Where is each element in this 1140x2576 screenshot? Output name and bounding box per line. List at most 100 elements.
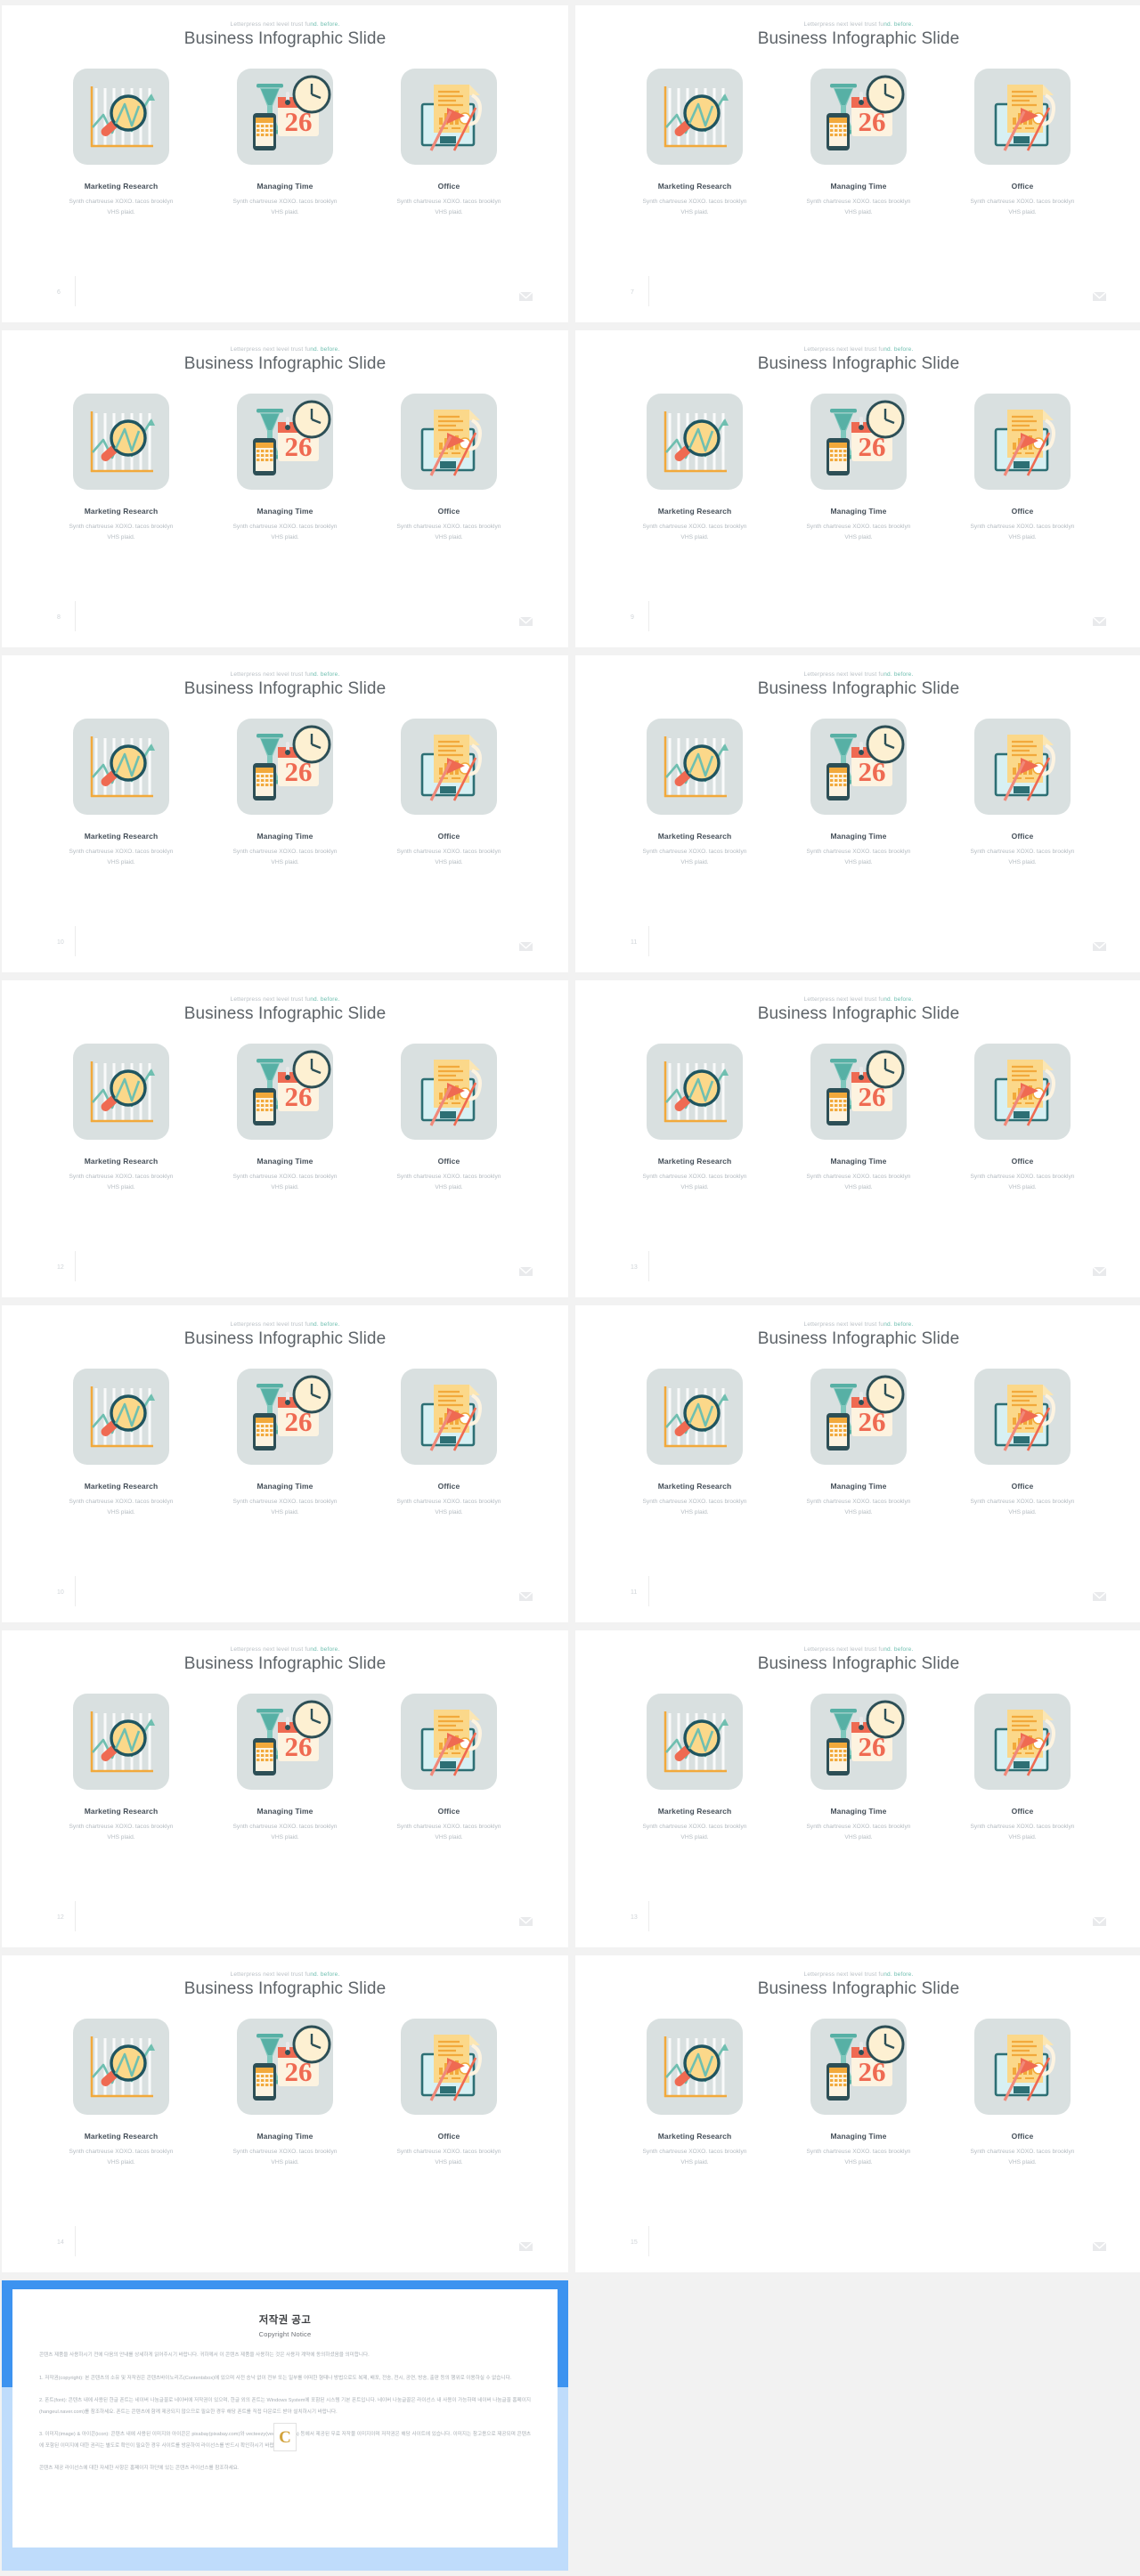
info-card[interactable]: Marketing Research Synth chartreuse XOXO… [640, 1044, 749, 1192]
info-card[interactable]: 26 Managing Time Synth chartreuse XOXO. … [804, 1694, 913, 1842]
info-card[interactable]: Marketing Research Synth chartreuse XOXO… [67, 394, 175, 542]
slide-thumbnail[interactable]: Letterpress next level trust fund. befor… [2, 655, 568, 972]
slide-thumbnail[interactable]: Letterpress next level trust fund. befor… [2, 1630, 568, 1947]
info-card[interactable]: Office Synth chartreuse XOXO. tacos broo… [395, 1044, 503, 1192]
clock [292, 1375, 331, 1414]
slide-thumbnail[interactable]: Letterpress next level trust fund. befor… [2, 5, 568, 322]
info-card[interactable]: Marketing Research Synth chartreuse XOXO… [67, 1369, 175, 1517]
slide-title: Business Infographic Slide [183, 354, 387, 373]
card-body: Synth chartreuse XOXO. tacos brooklyn VH… [232, 524, 338, 540]
envelope-icon [1092, 1915, 1107, 1926]
slide-title: Business Infographic Slide [183, 679, 387, 698]
info-card[interactable]: Office Synth chartreuse XOXO. tacos broo… [395, 69, 503, 217]
info-card[interactable]: Marketing Research Synth chartreuse XOXO… [640, 2019, 749, 2167]
slide-eyebrow: Letterpress next level trust fund. befor… [803, 346, 914, 353]
info-card[interactable]: Office Synth chartreuse XOXO. tacos broo… [395, 719, 503, 867]
card-illustration: 26 [237, 1369, 333, 1465]
slide-thumbnail[interactable]: Letterpress next level trust fund. befor… [575, 655, 1140, 972]
card-illustration: 26 [237, 394, 333, 490]
slide-thumbnail[interactable]: Letterpress next level trust fund. befor… [575, 5, 1140, 322]
card-title: Managing Time [256, 832, 314, 841]
card-illustration [401, 1044, 497, 1140]
info-card[interactable]: Marketing Research Synth chartreuse XOXO… [640, 1694, 749, 1842]
envelope-icon [518, 290, 533, 301]
card-row: Marketing Research Synth chartreuse XOXO… [575, 2019, 1140, 2167]
info-card[interactable]: 26 Managing Time Synth chartreuse XOXO. … [231, 69, 339, 217]
info-card[interactable]: Office Synth chartreuse XOXO. tacos broo… [968, 394, 1077, 542]
slide-thumbnail[interactable]: Letterpress next level trust fund. befor… [575, 1305, 1140, 1622]
info-card[interactable]: Marketing Research Synth chartreuse XOXO… [640, 69, 749, 217]
info-card[interactable]: 26 Managing Time Synth chartreuse XOXO. … [804, 2019, 913, 2167]
document-monitor-icon [994, 2035, 1055, 2101]
slide-thumbnail[interactable]: Letterpress next level trust fund. befor… [2, 1955, 568, 2272]
document-monitor-icon [420, 1385, 482, 1451]
card-title: Marketing Research [657, 832, 732, 841]
envelope-icon [518, 615, 533, 626]
info-card[interactable]: Office Synth chartreuse XOXO. tacos broo… [395, 2019, 503, 2167]
slide-thumbnail[interactable]: Letterpress next level trust fund. befor… [2, 980, 568, 1297]
phone [826, 1088, 850, 1125]
card-body: Synth chartreuse XOXO. tacos brooklyn VH… [642, 524, 747, 540]
info-card[interactable]: 26 Managing Time Synth chartreuse XOXO. … [804, 719, 913, 867]
chart-magnifier-icon [90, 411, 155, 473]
info-card[interactable]: Office Synth chartreuse XOXO. tacos broo… [395, 394, 503, 542]
info-card[interactable]: Marketing Research Synth chartreuse XOXO… [67, 1694, 175, 1842]
card-title: Office [437, 1482, 460, 1491]
hourglass-clock-calendar-icon: 26 [826, 1375, 905, 1451]
info-card[interactable]: Office Synth chartreuse XOXO. tacos broo… [968, 1369, 1077, 1517]
slide-thumbnail[interactable]: Letterpress next level trust fund. befor… [2, 1305, 568, 1622]
card-title: Marketing Research [657, 182, 732, 191]
envelope-icon [1092, 1264, 1107, 1276]
slide-number: 10 [57, 1589, 64, 1596]
info-card[interactable]: Office Synth chartreuse XOXO. tacos broo… [968, 2019, 1077, 2167]
info-card[interactable]: Marketing Research Synth chartreuse XOXO… [640, 1369, 749, 1517]
info-card[interactable]: Office Synth chartreuse XOXO. tacos broo… [968, 1694, 1077, 1842]
footer-divider [75, 1576, 76, 1606]
info-card[interactable]: 26 Managing Time Synth chartreuse XOXO. … [231, 1369, 339, 1517]
envelope-icon [518, 1590, 533, 1601]
info-card[interactable]: Marketing Research Synth chartreuse XOXO… [67, 719, 175, 867]
phone [826, 763, 850, 800]
info-card[interactable]: Marketing Research Synth chartreuse XOXO… [640, 719, 749, 867]
info-card[interactable]: 26 Managing Time Synth chartreuse XOXO. … [231, 394, 339, 542]
card-body: Synth chartreuse XOXO. tacos brooklyn VH… [806, 849, 911, 865]
chart-magnifier-icon [90, 1061, 155, 1123]
footer-divider [648, 1901, 649, 1931]
info-card[interactable]: Marketing Research Synth chartreuse XOXO… [67, 2019, 175, 2167]
slide-thumbnail[interactable]: Letterpress next level trust fund. befor… [575, 330, 1140, 647]
slide-thumbnail[interactable]: Letterpress next level trust fund. befor… [2, 330, 568, 647]
info-card[interactable]: 26 Managing Time Synth chartreuse XOXO. … [231, 1694, 339, 1842]
info-card[interactable]: Office Synth chartreuse XOXO. tacos broo… [968, 719, 1077, 867]
info-card[interactable]: 26 Managing Time Synth chartreuse XOXO. … [231, 1044, 339, 1192]
envelope-icon [518, 940, 533, 951]
info-card[interactable]: 26 Managing Time Synth chartreuse XOXO. … [804, 1044, 913, 1192]
card-body: Synth chartreuse XOXO. tacos brooklyn VH… [232, 1499, 338, 1516]
info-card[interactable]: 26 Managing Time Synth chartreuse XOXO. … [231, 719, 339, 867]
slide-eyebrow: Letterpress next level trust fund. befor… [803, 671, 914, 678]
info-card[interactable]: 26 Managing Time Synth chartreuse XOXO. … [231, 2019, 339, 2167]
slide-thumbnail[interactable]: Letterpress next level trust fund. befor… [575, 980, 1140, 1297]
card-body: Synth chartreuse XOXO. tacos brooklyn VH… [806, 1174, 911, 1190]
info-card[interactable]: 26 Managing Time Synth chartreuse XOXO. … [804, 1369, 913, 1517]
card-body: Synth chartreuse XOXO. tacos brooklyn VH… [69, 1174, 174, 1190]
info-card[interactable]: 26 Managing Time Synth chartreuse XOXO. … [804, 394, 913, 542]
slide-thumbnail[interactable]: Letterpress next level trust fund. befor… [575, 1955, 1140, 2272]
info-card[interactable]: Office Synth chartreuse XOXO. tacos broo… [968, 69, 1077, 217]
clock [866, 1050, 905, 1089]
card-illustration [974, 1369, 1071, 1465]
card-row: Marketing Research Synth chartreuse XOXO… [575, 394, 1140, 542]
slide-number: 9 [631, 614, 634, 621]
info-card[interactable]: Marketing Research Synth chartreuse XOXO… [67, 1044, 175, 1192]
info-card[interactable]: 26 Managing Time Synth chartreuse XOXO. … [804, 69, 913, 217]
card-illustration [73, 1694, 169, 1790]
card-title: Marketing Research [84, 1482, 159, 1491]
envelope-icon [1092, 289, 1107, 301]
info-card[interactable]: Office Synth chartreuse XOXO. tacos broo… [968, 1044, 1077, 1192]
info-card[interactable]: Marketing Research Synth chartreuse XOXO… [67, 69, 175, 217]
envelope-icon [518, 289, 533, 301]
info-card[interactable]: Office Synth chartreuse XOXO. tacos broo… [395, 1694, 503, 1842]
slide-thumbnail[interactable]: Letterpress next level trust fund. befor… [575, 1630, 1140, 1947]
card-illustration: 26 [810, 1694, 907, 1790]
info-card[interactable]: Marketing Research Synth chartreuse XOXO… [640, 394, 749, 542]
info-card[interactable]: Office Synth chartreuse XOXO. tacos broo… [395, 1369, 503, 1517]
